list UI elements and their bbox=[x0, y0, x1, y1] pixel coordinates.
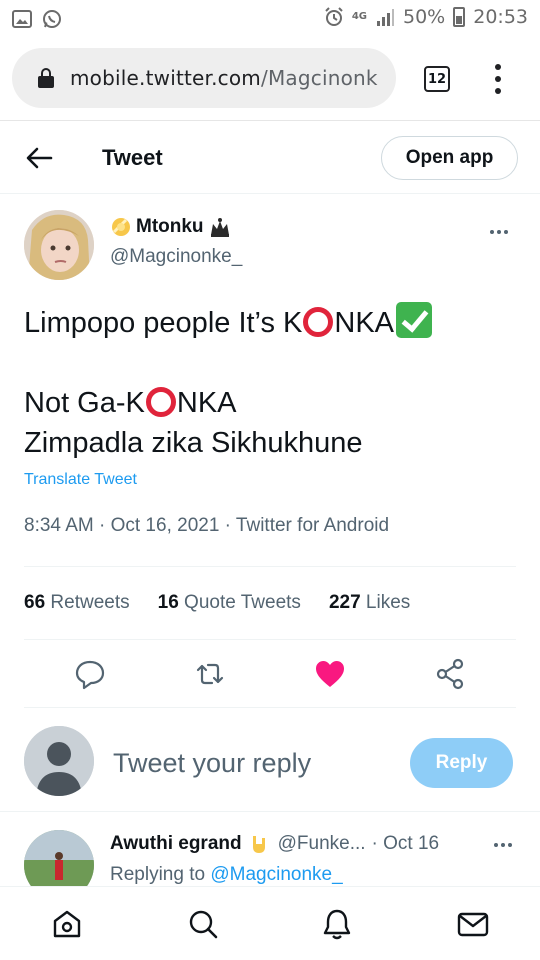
whatsapp-icon bbox=[43, 10, 61, 28]
page-title: Tweet bbox=[102, 145, 163, 170]
replying-to-prefix: Replying to bbox=[110, 864, 206, 885]
url-path: /Magcinonk bbox=[261, 66, 378, 90]
status-bar: 4G 50% 20:53 bbox=[0, 0, 540, 38]
reply-time: · Oct 16 bbox=[371, 833, 440, 854]
bottom-navigation bbox=[0, 886, 540, 960]
status-left bbox=[12, 9, 62, 29]
sun-emoji-icon bbox=[112, 218, 130, 236]
reply-author-name: Awuthi egrand bbox=[110, 833, 242, 854]
tweet-header: Tweet Open app bbox=[0, 120, 540, 194]
quote-tweets-count: 16 bbox=[157, 592, 179, 613]
tweet-actions bbox=[24, 640, 516, 708]
share-icon[interactable] bbox=[434, 658, 466, 690]
retweet-icon[interactable] bbox=[194, 658, 226, 690]
tab-switcher-button[interactable]: 12 bbox=[424, 66, 450, 92]
clock: 20:53 bbox=[473, 6, 528, 28]
messages-icon[interactable] bbox=[456, 907, 490, 941]
more-options-icon[interactable] bbox=[490, 230, 508, 234]
translate-tweet-link[interactable]: Translate Tweet bbox=[24, 471, 137, 489]
reply-composer: Tweet your reply Reply bbox=[0, 712, 540, 812]
likes-count: 227 bbox=[328, 592, 361, 613]
alarm-icon bbox=[325, 7, 343, 26]
address-bar[interactable]: mobile.twitter.com/Magcinonk bbox=[12, 48, 396, 108]
author-handle: @Magcinonke_ bbox=[110, 246, 243, 267]
retweets-count: 66 bbox=[24, 592, 46, 613]
back-arrow-icon[interactable] bbox=[24, 143, 54, 173]
author-name-row: Mtonku bbox=[110, 216, 242, 238]
notifications-icon[interactable] bbox=[320, 907, 354, 941]
red-circle-emoji-icon bbox=[303, 307, 334, 337]
url-text[interactable]: mobile.twitter.com/Magcinonk bbox=[70, 66, 378, 90]
search-icon[interactable] bbox=[186, 907, 220, 941]
author-avatar[interactable] bbox=[24, 210, 94, 280]
user-avatar bbox=[24, 726, 94, 796]
signal-icon bbox=[377, 9, 394, 26]
battery-percent: 50% bbox=[403, 6, 446, 28]
check-mark-emoji-icon bbox=[396, 302, 433, 338]
tweet-line-3-a: Not Ga-K bbox=[24, 387, 145, 419]
author-name: Mtonku bbox=[136, 216, 204, 237]
rock-hand-emoji-icon bbox=[252, 836, 265, 853]
home-icon[interactable] bbox=[50, 907, 84, 941]
network-type: 4G bbox=[351, 11, 367, 22]
tweet-line-1-a: Limpopo people It’s K bbox=[24, 307, 303, 339]
likes-stat[interactable]: 227 Likes bbox=[329, 592, 410, 614]
tweet-blank-line bbox=[24, 343, 524, 383]
reply-icon[interactable] bbox=[74, 658, 106, 690]
tweet-line-4: Zimpadla zika Sikhukhune bbox=[24, 427, 363, 459]
tweet-stats: 66 Retweets 16 Quote Tweets 227 Likes bbox=[24, 566, 516, 640]
tweet-line-3: Not Ga-K NKA bbox=[24, 383, 524, 423]
crown-emoji-icon bbox=[210, 218, 229, 237]
quote-tweets-stat[interactable]: 16 Quote Tweets bbox=[158, 592, 301, 614]
browser-menu-icon[interactable] bbox=[486, 64, 510, 94]
reply-author-avatar[interactable] bbox=[24, 830, 94, 886]
reply-author-handle: @Funke... bbox=[277, 833, 366, 854]
status-right: 4G 50% 20:53 bbox=[324, 6, 528, 28]
tweet-text: Limpopo people It’s K NKA Not Ga-K NKA Zim… bbox=[24, 302, 524, 463]
reply-tweet[interactable]: Awuthi egrand @Funke... · Oct 16 Replyin… bbox=[0, 812, 540, 886]
replying-to: Replying to @Magcinonke_ bbox=[110, 864, 343, 886]
reply-header: Awuthi egrand @Funke... · Oct 16 bbox=[110, 832, 439, 856]
replying-to-link[interactable]: @Magcinonke_ bbox=[210, 864, 342, 885]
reply-button[interactable]: Reply bbox=[410, 738, 513, 788]
red-circle-emoji-icon bbox=[145, 387, 176, 417]
author-info[interactable]: Mtonku @Magcinonke_ bbox=[110, 216, 242, 268]
reply-input[interactable]: Tweet your reply bbox=[113, 748, 311, 779]
tweet-line-1-b: NKA bbox=[334, 307, 395, 339]
lock-icon[interactable] bbox=[38, 68, 54, 88]
tweet-timestamp[interactable]: 8:34 AM · Oct 16, 2021 · Twitter for And… bbox=[24, 515, 389, 537]
battery-icon bbox=[453, 7, 466, 27]
tweet-line-1: Limpopo people It’s K NKA bbox=[24, 302, 524, 343]
retweets-stat[interactable]: 66 Retweets bbox=[24, 592, 130, 614]
image-icon bbox=[12, 10, 32, 28]
quote-tweets-label: Quote Tweets bbox=[184, 592, 301, 613]
like-icon[interactable] bbox=[314, 658, 346, 690]
likes-label: Likes bbox=[365, 592, 411, 613]
reply-more-options-icon[interactable] bbox=[494, 843, 512, 847]
url-host: mobile.twitter.com bbox=[70, 66, 261, 90]
open-app-button[interactable]: Open app bbox=[381, 136, 518, 180]
tweet-line-3-b: NKA bbox=[176, 387, 237, 419]
retweets-label: Retweets bbox=[50, 592, 130, 613]
browser-toolbar: mobile.twitter.com/Magcinonk 12 bbox=[0, 38, 540, 120]
